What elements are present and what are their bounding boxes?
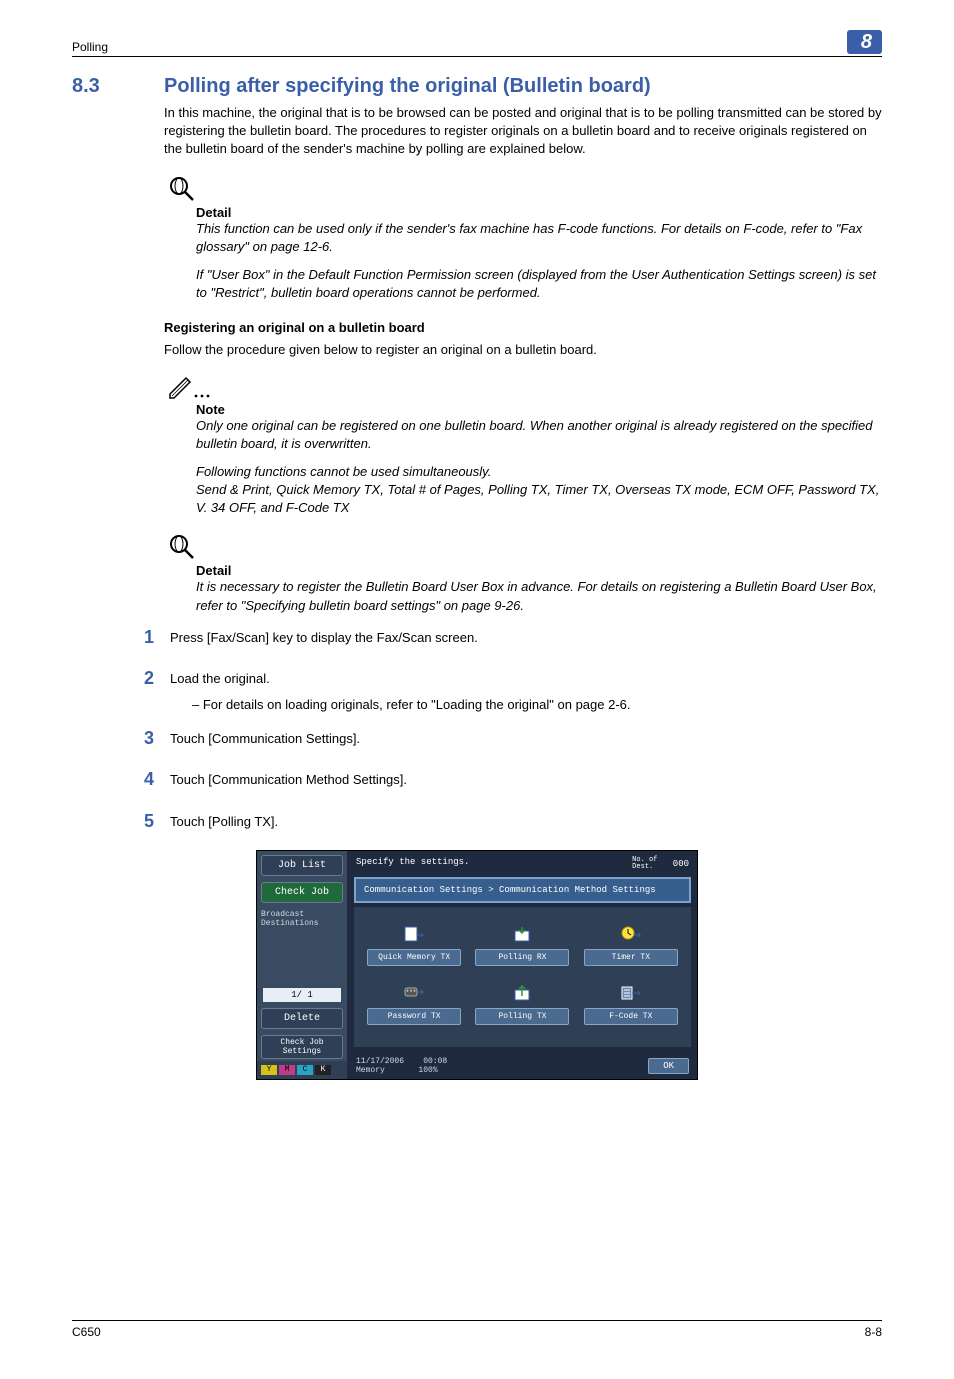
toner-black-icon: K xyxy=(315,1065,331,1075)
detail-title: Detail xyxy=(196,563,882,578)
quick-memory-tx-button[interactable]: Quick Memory TX xyxy=(367,923,461,966)
polling-rx-icon xyxy=(475,923,569,947)
step-number: 3 xyxy=(144,726,170,751)
footer-page-number: 8-8 xyxy=(865,1325,882,1339)
page-footer: C650 8-8 xyxy=(72,1320,882,1339)
toner-magenta-icon: M xyxy=(279,1065,295,1075)
button-label: Password TX xyxy=(367,1008,461,1025)
subsection-heading: Registering an original on a bulletin bo… xyxy=(164,320,882,335)
section-title: Polling after specifying the original (B… xyxy=(164,75,651,98)
button-label: F-Code TX xyxy=(584,1008,678,1025)
note-paragraph: Send & Print, Quick Memory TX, Total # o… xyxy=(196,481,882,517)
step-text: Touch [Polling TX]. xyxy=(170,809,278,834)
timer-tx-button[interactable]: Timer TX xyxy=(584,923,678,966)
detail-paragraph: If "User Box" in the Default Function Pe… xyxy=(196,266,882,302)
magnifier-icon xyxy=(168,175,882,203)
section-heading: 8.3 Polling after specifying the origina… xyxy=(72,75,882,98)
screenshot-statusbar: 11/17/2006 00:08 Memory 100% OK xyxy=(348,1053,697,1079)
broadcast-label: Broadcast Destinations xyxy=(257,905,347,931)
breadcrumb: Communication Settings > Communication M… xyxy=(354,877,691,903)
check-job-settings-button[interactable]: Check Job Settings xyxy=(261,1035,343,1059)
job-list-tab[interactable]: Job List xyxy=(261,855,343,876)
step-number: 5 xyxy=(144,809,170,834)
step-row: 2 Load the original. xyxy=(144,666,882,691)
topbar-instruction: Specify the settings. xyxy=(356,857,469,871)
subsection-intro: Follow the procedure given below to regi… xyxy=(164,341,882,359)
polling-tx-icon xyxy=(475,982,569,1006)
note-title: Note xyxy=(196,402,882,417)
detail-paragraph: It is necessary to register the Bulletin… xyxy=(196,578,882,614)
note-paragraph: Only one original can be registered on o… xyxy=(196,417,882,453)
step-text: Touch [Communication Settings]. xyxy=(170,726,360,751)
screenshot-sidebar: Job List Check Job Broadcast Destination… xyxy=(257,851,348,1079)
magnifier-icon xyxy=(168,533,882,561)
step-text: Touch [Communication Method Settings]. xyxy=(170,767,407,792)
timer-tx-icon xyxy=(584,923,678,947)
header-section-name: Polling xyxy=(72,40,108,54)
detail-title: Detail xyxy=(196,205,882,220)
chapter-number-badge: 8 xyxy=(847,30,882,54)
status-memory-label: Memory xyxy=(356,1066,385,1075)
toner-cyan-icon: C xyxy=(297,1065,313,1075)
intro-paragraph: In this machine, the original that is to… xyxy=(164,104,882,159)
delete-button[interactable]: Delete xyxy=(261,1008,343,1029)
dest-count-label: No. of Dest. xyxy=(632,857,657,871)
step-text: Load the original. xyxy=(170,666,270,691)
settings-panel: Quick Memory TX Polling RX Timer TX xyxy=(354,907,691,1047)
page-header: Polling 8 xyxy=(72,30,882,57)
screenshot-topbar: Specify the settings. No. of Dest. 000 xyxy=(348,851,697,877)
button-label: Polling RX xyxy=(475,949,569,966)
section-number: 8.3 xyxy=(72,75,122,98)
step-sub-bullet: – For details on loading originals, refe… xyxy=(192,697,882,712)
status-date: 11/17/2006 xyxy=(356,1057,404,1066)
button-label: Timer TX xyxy=(584,949,678,966)
page-indicator: 1/ 1 xyxy=(263,988,341,1002)
status-time: 00:08 xyxy=(423,1057,447,1066)
note-paragraph: Following functions cannot be used simul… xyxy=(196,463,882,481)
step-text: Press [Fax/Scan] key to display the Fax/… xyxy=(170,625,478,650)
step-number: 4 xyxy=(144,767,170,792)
memory-tx-icon xyxy=(367,923,461,947)
password-tx-icon: *** xyxy=(367,982,461,1006)
check-job-tab[interactable]: Check Job xyxy=(261,882,343,903)
footer-model: C650 xyxy=(72,1325,101,1339)
detail-paragraph: This function can be used only if the se… xyxy=(196,220,882,256)
f-code-tx-button[interactable]: F-Code TX xyxy=(584,982,678,1025)
svg-text:***: *** xyxy=(406,989,417,996)
step-row: 1 Press [Fax/Scan] key to display the Fa… xyxy=(144,625,882,650)
step-number: 2 xyxy=(144,666,170,691)
button-label: Quick Memory TX xyxy=(367,949,461,966)
step-row: 3 Touch [Communication Settings]. xyxy=(144,726,882,751)
step-number: 1 xyxy=(144,625,170,650)
polling-rx-button[interactable]: Polling RX xyxy=(475,923,569,966)
step-row: 4 Touch [Communication Method Settings]. xyxy=(144,767,882,792)
step-row: 5 Touch [Polling TX]. xyxy=(144,809,882,834)
polling-tx-button[interactable]: Polling TX xyxy=(475,982,569,1025)
toner-yellow-icon: Y xyxy=(261,1065,277,1075)
f-code-tx-icon xyxy=(584,982,678,1006)
button-label: Polling TX xyxy=(475,1008,569,1025)
dest-count-value: 000 xyxy=(673,859,689,869)
toner-levels: Y M C K xyxy=(257,1061,347,1079)
password-tx-button[interactable]: *** Password TX xyxy=(367,982,461,1025)
status-memory-value: 100% xyxy=(418,1066,437,1075)
device-screenshot: Job List Check Job Broadcast Destination… xyxy=(256,850,698,1080)
ok-button[interactable]: OK xyxy=(648,1058,689,1074)
pencil-note-icon xyxy=(168,376,882,400)
